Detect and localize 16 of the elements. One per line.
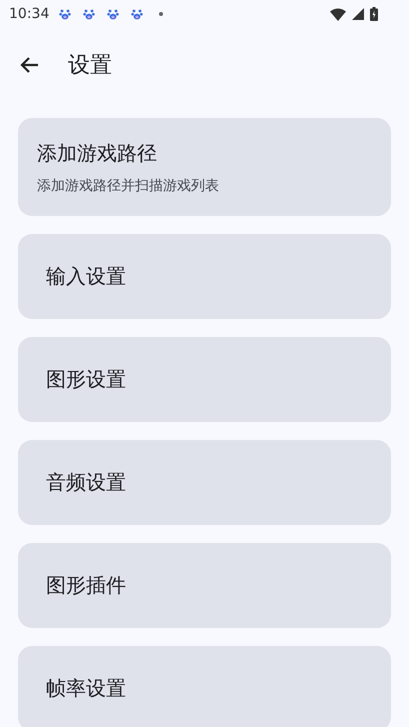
battery-charging-icon bbox=[370, 7, 378, 21]
settings-item[interactable]: 输入设置 bbox=[18, 234, 391, 319]
settings-item[interactable]: 图形设置 bbox=[18, 337, 391, 422]
settings-item[interactable]: 音频设置 bbox=[18, 440, 391, 525]
settings-item[interactable]: 添加游戏路径 添加游戏路径并扫描游戏列表 bbox=[18, 118, 391, 216]
signal-icon bbox=[352, 8, 364, 20]
paw-icon bbox=[59, 8, 72, 20]
status-time: 10:34 bbox=[9, 6, 50, 22]
paw-icon bbox=[107, 8, 120, 20]
screen-title: 设置 bbox=[68, 52, 112, 80]
more-notifications-icon bbox=[159, 12, 164, 16]
settings-item[interactable]: 图形插件 bbox=[18, 543, 391, 628]
paw-icon bbox=[131, 8, 144, 20]
wifi-icon bbox=[330, 8, 346, 20]
paw-icon bbox=[83, 8, 96, 20]
settings-item[interactable]: 帧率设置 bbox=[18, 646, 391, 727]
